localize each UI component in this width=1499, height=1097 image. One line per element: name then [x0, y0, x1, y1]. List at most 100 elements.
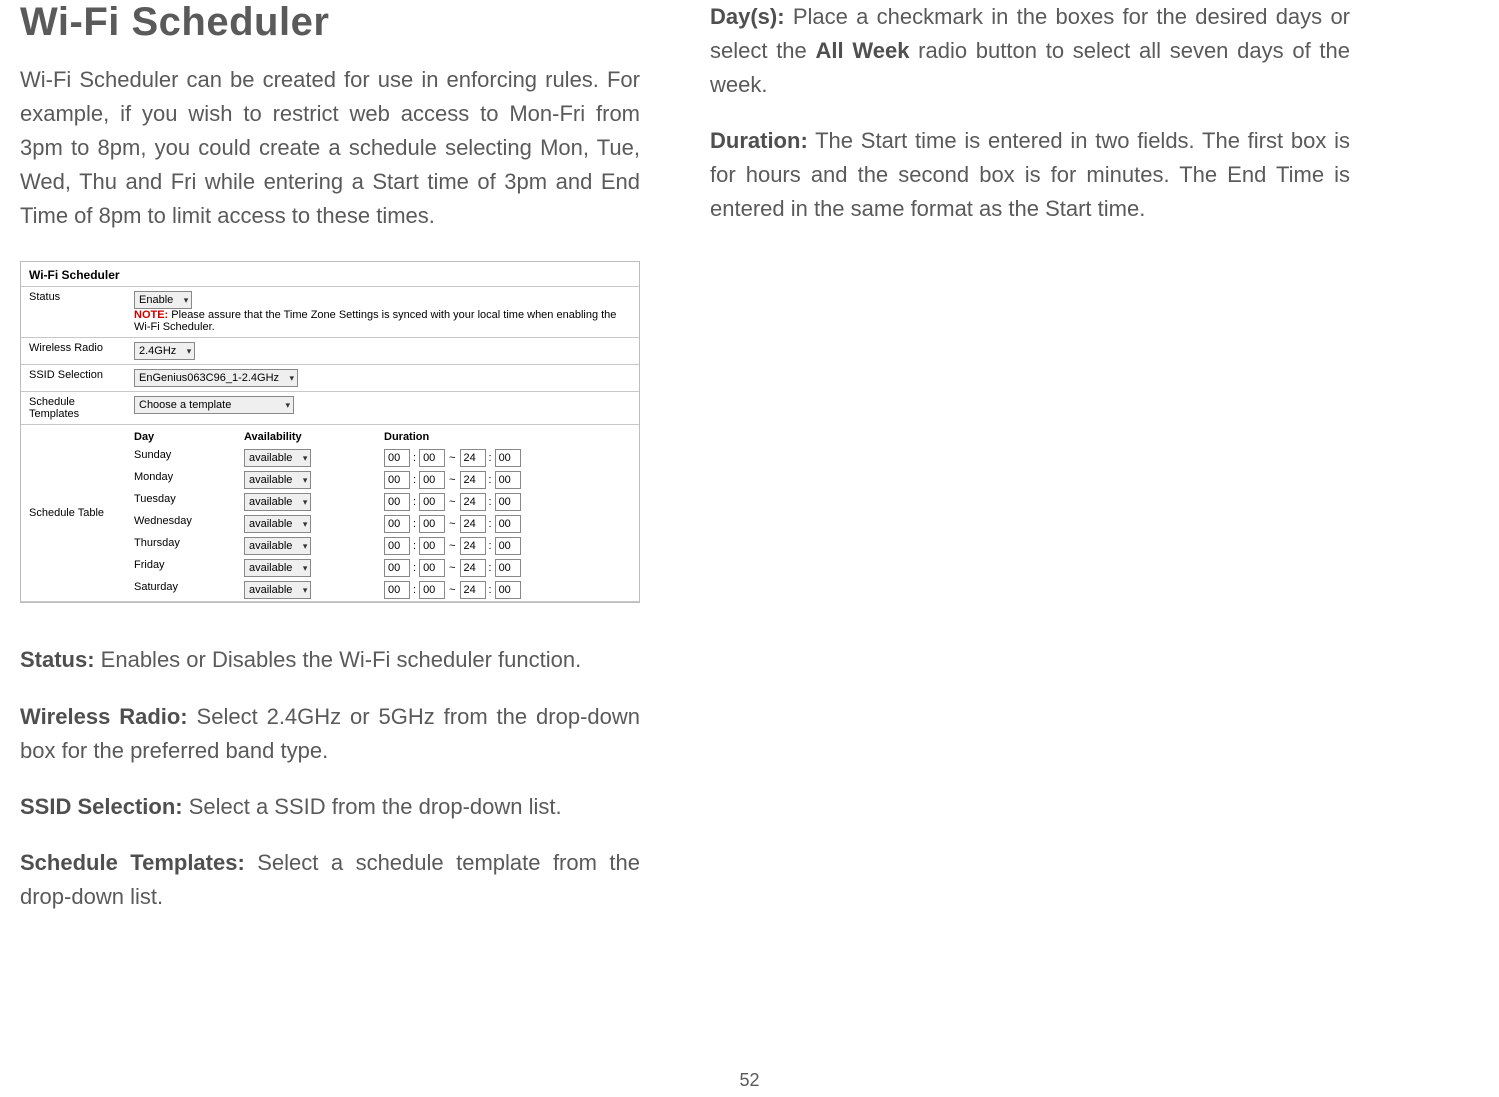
- end-hour-input[interactable]: 24: [460, 559, 486, 577]
- schedule-row: Mondayavailable00:00~24:00: [126, 469, 639, 491]
- para-wireless-radio: Wireless Radio: Select 2.4GHz or 5GHz fr…: [20, 700, 640, 768]
- text-ssid: Select a SSID from the drop-down list.: [183, 794, 562, 819]
- schedule-row: Tuesdayavailable00:00~24:00: [126, 491, 639, 513]
- colon: :: [410, 474, 419, 486]
- availability-select[interactable]: available: [244, 493, 311, 511]
- schedule-row: Sundayavailable00:00~24:00: [126, 447, 639, 469]
- text-status: Enables or Disables the Wi-Fi scheduler …: [95, 647, 582, 672]
- intro-paragraph: Wi-Fi Scheduler can be created for use i…: [20, 63, 640, 233]
- start-hour-input[interactable]: 00: [384, 537, 410, 555]
- colon: :: [486, 518, 495, 530]
- availability-select[interactable]: available: [244, 559, 311, 577]
- end-min-input[interactable]: 00: [495, 493, 521, 511]
- start-min-input[interactable]: 00: [419, 581, 445, 599]
- start-min-input[interactable]: 00: [419, 537, 445, 555]
- start-hour-input[interactable]: 00: [384, 449, 410, 467]
- page-number: 52: [739, 1070, 759, 1091]
- col-availability: Availability: [236, 425, 376, 447]
- end-min-input[interactable]: 00: [495, 559, 521, 577]
- note-prefix: NOTE:: [134, 309, 168, 321]
- tilde: ~: [445, 452, 459, 464]
- end-hour-input[interactable]: 24: [460, 471, 486, 489]
- bold-all-week: All Week: [816, 38, 910, 63]
- availability-select[interactable]: available: [244, 537, 311, 555]
- start-min-input[interactable]: 00: [419, 493, 445, 511]
- label-ssid: SSID Selection: [21, 365, 126, 392]
- start-min-input[interactable]: 00: [419, 471, 445, 489]
- colon: :: [486, 584, 495, 596]
- colon: :: [410, 452, 419, 464]
- label-wireless-radio: Wireless Radio: [21, 338, 126, 365]
- colon: :: [410, 562, 419, 574]
- start-hour-input[interactable]: 00: [384, 515, 410, 533]
- status-select[interactable]: Enable: [134, 291, 192, 309]
- bold-schedule-templates: Schedule Templates:: [20, 850, 245, 875]
- schedule-row: Fridayavailable00:00~24:00: [126, 557, 639, 579]
- tilde: ~: [445, 496, 459, 508]
- bold-status: Status:: [20, 647, 95, 672]
- colon: :: [410, 584, 419, 596]
- colon: :: [486, 452, 495, 464]
- col-duration: Duration: [376, 425, 639, 447]
- bold-days: Day(s):: [710, 4, 785, 29]
- screenshot-title: Wi-Fi Scheduler: [21, 262, 639, 286]
- colon: :: [486, 562, 495, 574]
- label-templates: Schedule Templates: [21, 392, 126, 425]
- tilde: ~: [445, 474, 459, 486]
- tilde: ~: [445, 518, 459, 530]
- bold-duration: Duration:: [710, 128, 808, 153]
- schedule-row: Saturdayavailable00:00~24:00: [126, 579, 639, 601]
- label-status: Status: [21, 287, 126, 338]
- page-title: Wi-Fi Scheduler: [20, 0, 640, 45]
- colon: :: [486, 540, 495, 552]
- para-status: Status: Enables or Disables the Wi-Fi sc…: [20, 643, 640, 677]
- end-min-input[interactable]: 00: [495, 537, 521, 555]
- screenshot-panel: Wi-Fi Scheduler Status Enable NOTE: Plea…: [20, 261, 640, 603]
- start-min-input[interactable]: 00: [419, 515, 445, 533]
- end-hour-input[interactable]: 24: [460, 449, 486, 467]
- start-min-input[interactable]: 00: [419, 449, 445, 467]
- col-day: Day: [126, 425, 236, 447]
- end-min-input[interactable]: 00: [495, 449, 521, 467]
- availability-select[interactable]: available: [244, 515, 311, 533]
- availability-select[interactable]: available: [244, 581, 311, 599]
- para-duration: Duration: The Start time is entered in t…: [710, 124, 1350, 226]
- template-select[interactable]: Choose a template: [134, 396, 294, 414]
- label-schedule-table: Schedule Table: [21, 425, 126, 602]
- tilde: ~: [445, 562, 459, 574]
- schedule-row: Wednesdayavailable00:00~24:00: [126, 513, 639, 535]
- day-name: Friday: [126, 557, 236, 579]
- day-name: Monday: [126, 469, 236, 491]
- day-name: Saturday: [126, 579, 236, 601]
- note-text: Please assure that the Time Zone Setting…: [134, 309, 616, 333]
- bold-ssid: SSID Selection:: [20, 794, 183, 819]
- end-min-input[interactable]: 00: [495, 581, 521, 599]
- day-name: Tuesday: [126, 491, 236, 513]
- availability-select[interactable]: available: [244, 471, 311, 489]
- para-schedule-templates: Schedule Templates: Select a schedule te…: [20, 846, 640, 914]
- end-hour-input[interactable]: 24: [460, 493, 486, 511]
- colon: :: [410, 540, 419, 552]
- day-name: Thursday: [126, 535, 236, 557]
- colon: :: [486, 496, 495, 508]
- wireless-radio-select[interactable]: 2.4GHz: [134, 342, 195, 360]
- tilde: ~: [445, 584, 459, 596]
- end-hour-input[interactable]: 24: [460, 581, 486, 599]
- day-name: Wednesday: [126, 513, 236, 535]
- availability-select[interactable]: available: [244, 449, 311, 467]
- end-min-input[interactable]: 00: [495, 515, 521, 533]
- end-hour-input[interactable]: 24: [460, 515, 486, 533]
- end-hour-input[interactable]: 24: [460, 537, 486, 555]
- tilde: ~: [445, 540, 459, 552]
- para-ssid: SSID Selection: Select a SSID from the d…: [20, 790, 640, 824]
- colon: :: [410, 496, 419, 508]
- start-min-input[interactable]: 00: [419, 559, 445, 577]
- start-hour-input[interactable]: 00: [384, 471, 410, 489]
- schedule-row: Thursdayavailable00:00~24:00: [126, 535, 639, 557]
- end-min-input[interactable]: 00: [495, 471, 521, 489]
- start-hour-input[interactable]: 00: [384, 493, 410, 511]
- bold-wireless-radio: Wireless Radio:: [20, 704, 188, 729]
- start-hour-input[interactable]: 00: [384, 559, 410, 577]
- ssid-select[interactable]: EnGenius063C96_1-2.4GHz: [134, 369, 298, 387]
- start-hour-input[interactable]: 00: [384, 581, 410, 599]
